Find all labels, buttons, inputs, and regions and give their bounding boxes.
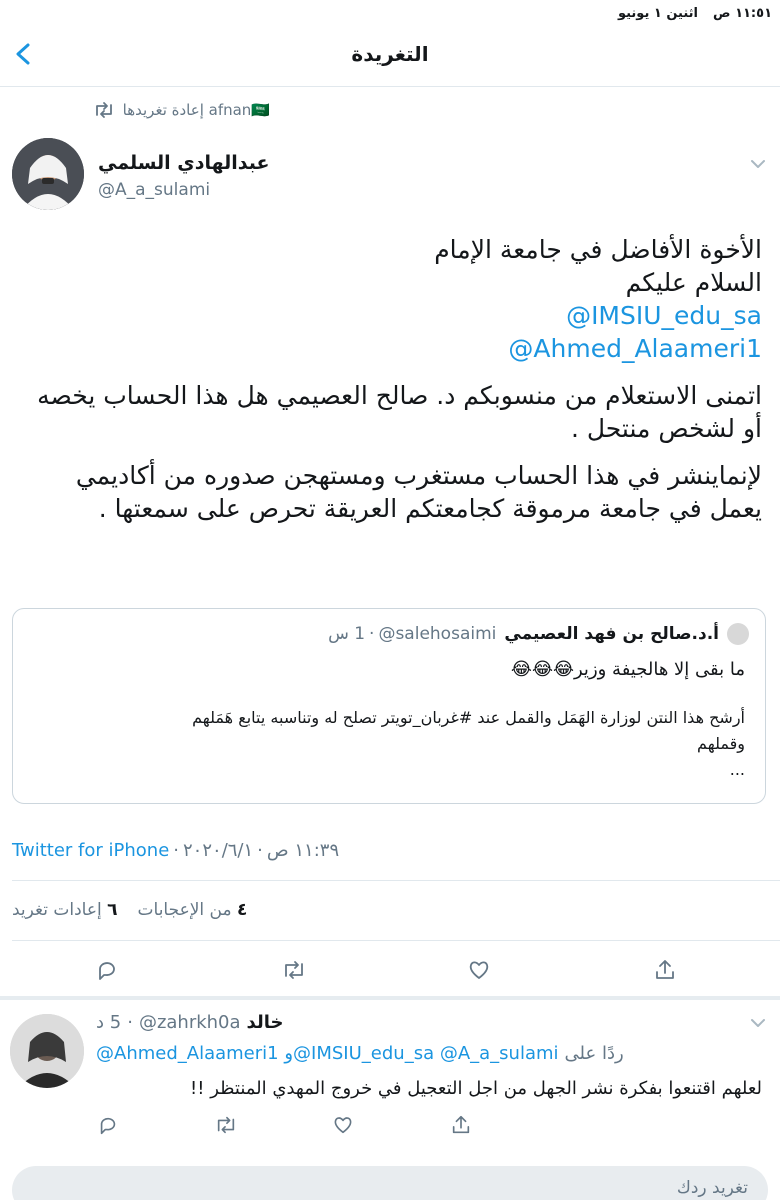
reply-avatar[interactable]	[10, 1014, 84, 1088]
chevron-down-icon	[751, 1019, 765, 1027]
reply-handle[interactable]: @zahrkh0a	[139, 1012, 241, 1033]
quoted-line: وقملهم	[697, 734, 745, 753]
reply-more-button[interactable]	[748, 1015, 768, 1031]
retweet-icon	[93, 101, 115, 119]
share-button[interactable]	[653, 958, 677, 982]
mention-link[interactable]: @IMSIU_edu_sa	[17, 299, 762, 332]
author-name[interactable]: عبدالهادي السلمي	[98, 152, 270, 174]
like-button[interactable]	[467, 958, 491, 982]
compose-reply-input[interactable]: تغريد ردك	[12, 1166, 768, 1200]
retweets-label: إعادات تغريد	[12, 900, 102, 920]
page-title: التغريدة	[351, 42, 429, 66]
retweet-banner-text: afnan🇸🇦 إعادة تغريدها	[122, 101, 270, 119]
quoted-line: ما بقى إلا هالجيفة وزير😂😂😂	[510, 659, 745, 680]
reply-icon	[99, 962, 115, 980]
reply-like-button[interactable]	[332, 1114, 354, 1136]
more-options-button[interactable]	[748, 156, 768, 172]
share-icon	[452, 1115, 470, 1134]
retweets-stat[interactable]: ٦ إعادات تغريد	[12, 900, 118, 920]
reply-reply-button[interactable]	[97, 1114, 119, 1136]
retweet-button[interactable]	[281, 958, 307, 982]
thread-divider	[0, 996, 780, 1000]
tweet-line: الأخوة الأفاضل في جامعة الإمام	[434, 235, 762, 264]
author-handle[interactable]: @A_a_sulami	[98, 180, 210, 200]
reply-time: 5 د	[96, 1012, 122, 1033]
reply-icon	[100, 1117, 116, 1135]
replying-to-handles[interactable]: @Ahmed_Alaameri1 و@IMSIU_edu_sa @A_a_sul…	[96, 1043, 559, 1064]
heart-icon	[334, 1117, 352, 1134]
retweets-count: ٦	[107, 900, 118, 920]
tweet-line: لإنماينشر في هذا الحساب مستغرب ومستهجن ص…	[75, 461, 762, 490]
compose-placeholder: تغريد ردك	[676, 1178, 748, 1198]
tweet-line: يعمل في جامعة مرموقة كجامعتكم العريقة تح…	[98, 494, 762, 523]
tweet-source[interactable]: Twitter for iPhone	[12, 840, 169, 861]
quoted-line: ...	[729, 760, 745, 779]
reply-header: 5 د · @zahrkh0a خالد	[96, 1012, 284, 1033]
tweet-stats: ٦ إعادات تغريد ٤ من الإعجابات	[12, 900, 247, 920]
status-date: اثنين ١ يونيو	[617, 6, 698, 21]
share-icon	[656, 960, 674, 979]
replying-to: @Ahmed_Alaameri1 و@IMSIU_edu_sa @A_a_sul…	[96, 1043, 624, 1064]
heart-icon	[469, 961, 489, 979]
tweet-line: السلام عليكم	[625, 268, 762, 297]
quoted-handle: @salehosaimi	[378, 624, 497, 644]
quoted-header: أ.د.صالح بن فهد العصيمي @salehosaimi · 1…	[328, 623, 749, 645]
tweet-line: أو لشخص منتحل .	[570, 414, 762, 443]
quoted-time: 1 س	[328, 624, 366, 644]
retweet-icon	[217, 1116, 235, 1134]
reply-share-button[interactable]	[450, 1114, 472, 1136]
chevron-down-icon	[751, 160, 765, 168]
tweet-date: ٢٠٢٠/٦/١	[183, 840, 254, 861]
reply-author-name[interactable]: خالد	[247, 1012, 284, 1033]
quoted-text: ما بقى إلا هالجيفة وزير😂😂😂 أرشح هذا النت…	[25, 657, 745, 783]
reply-retweet-button[interactable]	[214, 1114, 238, 1136]
meta-divider	[12, 880, 780, 881]
quoted-tweet-card[interactable]: أ.د.صالح بن فهد العصيمي @salehosaimi · 1…	[12, 608, 766, 804]
reply-button[interactable]	[95, 958, 119, 982]
tweet-body: الأخوة الأفاضل في جامعة الإمام السلام عل…	[17, 233, 762, 525]
reply-text: لعلهم اقتنعوا بفكرة نشر الجهل من اجل الت…	[190, 1078, 762, 1099]
quoted-line: أرشح هذا النتن لوزارة الهَمَل والقمل عند…	[192, 708, 745, 727]
retweet-icon	[285, 961, 303, 979]
author-avatar[interactable]	[12, 138, 84, 210]
status-time: ١١:٥١ ص	[713, 6, 772, 21]
header-divider	[0, 86, 780, 87]
replying-to-label: ردًا على	[564, 1043, 624, 1064]
stats-divider	[12, 940, 780, 941]
status-bar: ١١:٥١ ص اثنين ١ يونيو	[618, 6, 772, 21]
tweet-time: ١١:٣٩ ص	[266, 840, 340, 861]
likes-count: ٤	[237, 900, 248, 920]
likes-stat[interactable]: ٤ من الإعجابات	[138, 900, 248, 920]
quoted-name: أ.د.صالح بن فهد العصيمي	[504, 624, 719, 644]
retweet-banner: afnan🇸🇦 إعادة تغريدها	[93, 101, 270, 119]
tweet-line: اتمنى الاستعلام من منسوبكم د. صالح العصي…	[37, 381, 762, 410]
likes-label: من الإعجابات	[137, 900, 232, 920]
tweet-meta: Twitter for iPhone · ٢٠٢٠/٦/١ · ١١:٣٩ ص	[12, 840, 340, 861]
mention-link[interactable]: @Ahmed_Alaameri1	[17, 332, 762, 365]
quoted-avatar	[727, 623, 749, 645]
